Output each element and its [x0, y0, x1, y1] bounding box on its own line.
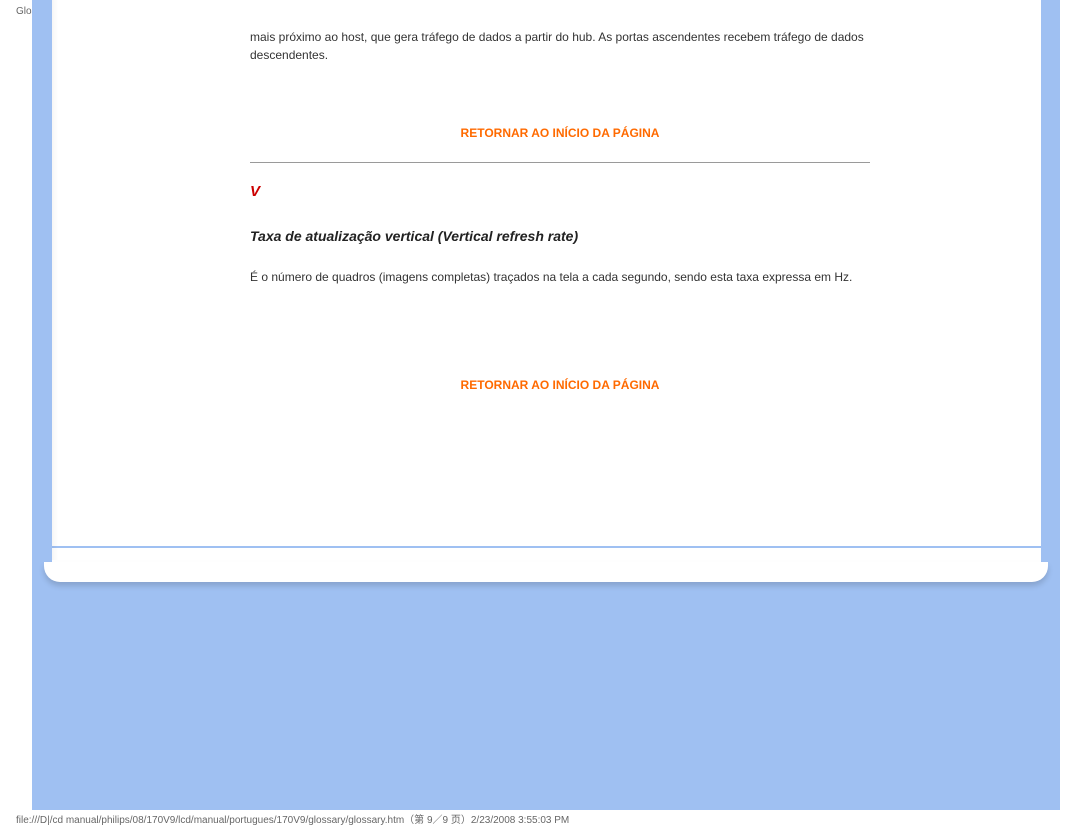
content-area: mais próximo ao host, que gera tráfego d… — [250, 0, 870, 414]
term-description: É o número de quadros (imagens completas… — [250, 268, 870, 286]
card-left-shadow — [52, 0, 58, 560]
section-divider — [250, 162, 870, 163]
back-to-top-wrap-2: RETORNAR AO INÍCIO DA PÁGINA — [250, 376, 870, 394]
content-card-rounded-bottom — [44, 562, 1048, 582]
back-to-top-wrap-1: RETORNAR AO INÍCIO DA PÁGINA — [250, 124, 870, 142]
back-to-top-link[interactable]: RETORNAR AO INÍCIO DA PÁGINA — [461, 126, 660, 140]
section-letter-v: V — [250, 183, 870, 200]
back-to-top-link[interactable]: RETORNAR AO INÍCIO DA PÁGINA — [461, 378, 660, 392]
term-title: Taxa de atualização vertical (Vertical r… — [250, 228, 870, 244]
footer-file-path: file:///D|/cd manual/philips/08/170V9/lc… — [16, 811, 569, 826]
intro-paragraph: mais próximo ao host, que gera tráfego d… — [250, 28, 870, 64]
